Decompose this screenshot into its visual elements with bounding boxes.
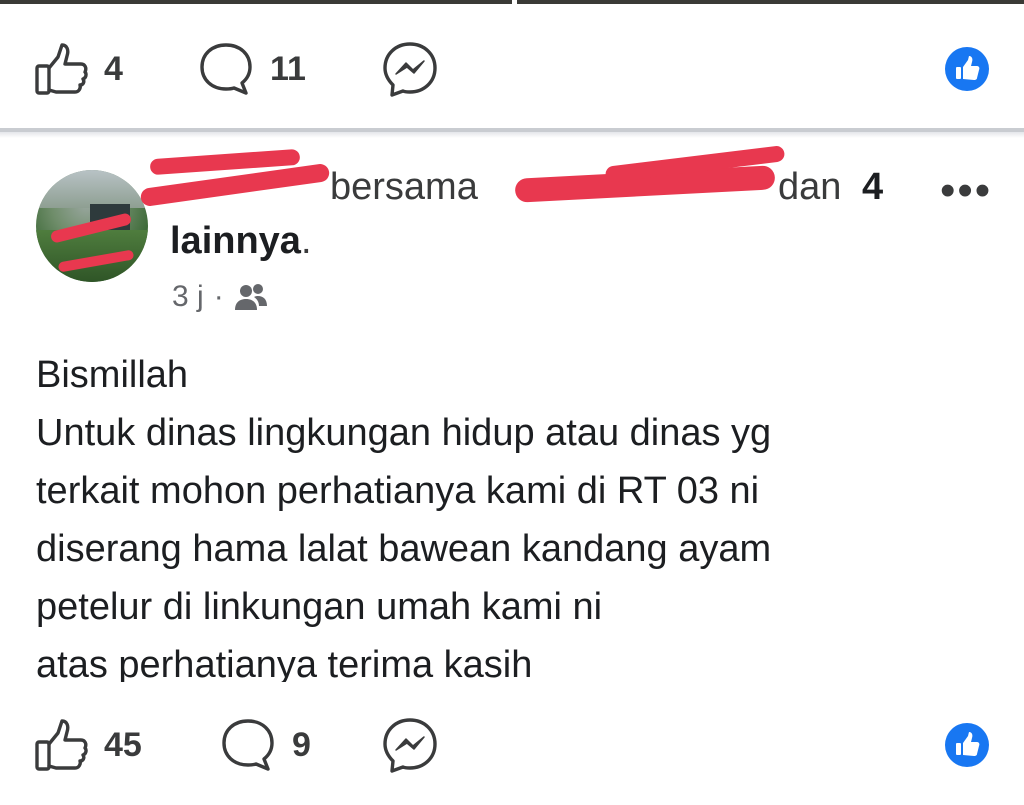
with-text: bersama (330, 166, 478, 208)
reaction-summary[interactable] (944, 34, 990, 104)
post-divider-shadow (0, 132, 1024, 138)
trailing-period: . (300, 220, 312, 262)
thumbs-up-icon (34, 717, 90, 773)
friends-icon[interactable] (234, 282, 268, 312)
and-text: dan (778, 166, 842, 208)
messenger-icon (380, 715, 440, 775)
post-body: Bismillah Untuk dinas lingkungan hidup a… (36, 346, 996, 694)
thumbs-up-icon (34, 41, 90, 97)
bottom-action-bar: 45 9 (0, 710, 1024, 780)
messenger-icon (380, 39, 440, 99)
others-label[interactable]: lainnya (170, 220, 301, 262)
author-avatar[interactable] (36, 170, 148, 282)
post-line: diserang hama lalat bawean kandang ayam (36, 528, 772, 570)
like-reaction-icon (944, 46, 990, 92)
comment-button[interactable]: 11 (196, 34, 306, 104)
post-time[interactable]: 3 j (172, 280, 204, 314)
post-line: petelur di linkungan umah kami ni (36, 586, 603, 628)
previous-post-image-edge (0, 0, 1024, 4)
comment-icon (196, 39, 256, 99)
like-count: 45 (104, 725, 142, 764)
post-line: Bismillah (36, 354, 189, 396)
author-name-redacted[interactable] (139, 148, 331, 212)
meta-separator: · (213, 280, 224, 313)
post-line: terkait mohon perhatianya kami di RT 03 … (36, 470, 760, 512)
comment-count: 9 (292, 725, 311, 764)
others-link[interactable]: lainnya. (170, 216, 312, 266)
more-options-icon: ••• (940, 166, 993, 215)
text-clip (0, 682, 1024, 710)
reaction-summary[interactable] (944, 710, 990, 780)
tagged-friend-redacted[interactable] (505, 145, 786, 212)
top-action-bar: 4 11 (0, 34, 1024, 104)
send-button[interactable] (380, 34, 440, 104)
send-button[interactable] (380, 710, 440, 780)
like-button[interactable]: 45 (34, 710, 142, 780)
like-count: 4 (104, 49, 123, 88)
like-reaction-icon (944, 722, 990, 768)
post-meta: 3 j · (172, 280, 268, 314)
comment-button[interactable]: 9 (218, 710, 311, 780)
like-button[interactable]: 4 (34, 34, 123, 104)
others-count[interactable]: 4 (862, 162, 883, 212)
comment-icon (218, 715, 278, 775)
comment-count: 11 (270, 49, 306, 88)
more-options-button[interactable]: ••• (940, 169, 992, 213)
post-line: Untuk dinas lingkungan hidup atau dinas … (36, 412, 772, 454)
